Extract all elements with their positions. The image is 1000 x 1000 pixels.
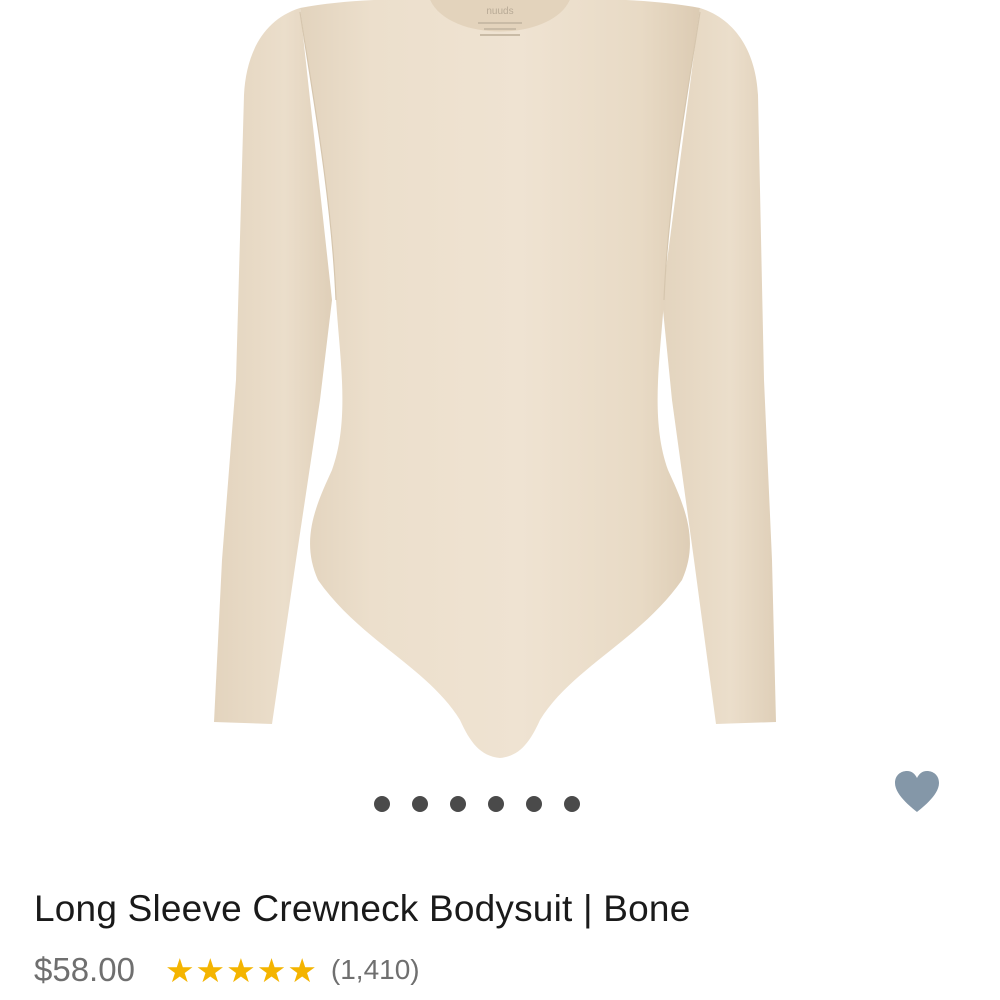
star-icon: ★	[287, 951, 317, 989]
garment-label-text: nuuds	[486, 6, 513, 17]
bodysuit-illustration: nuuds	[214, 0, 776, 758]
product-price: $58.00	[34, 951, 135, 988]
star-icon: ★	[256, 951, 287, 989]
carousel-dot-2[interactable]	[412, 796, 428, 812]
carousel-dots	[374, 796, 580, 812]
star-icon: ★	[164, 951, 195, 989]
favorite-heart-icon[interactable]	[893, 770, 941, 814]
carousel-dot-3[interactable]	[450, 796, 466, 812]
heart-icon	[895, 771, 939, 812]
price-rating-row: $58.00 ★ ★ ★ ★ ★ (1,410)	[34, 948, 420, 992]
star-icon: ★	[195, 951, 226, 989]
product-image[interactable]: nuuds	[0, 0, 1000, 780]
carousel-dot-4[interactable]	[488, 796, 504, 812]
star-rating[interactable]: ★ ★ ★ ★ ★	[165, 954, 317, 987]
carousel-dot-1[interactable]	[374, 796, 390, 812]
product-title[interactable]: Long Sleeve Crewneck Bodysuit | Bone	[34, 888, 690, 930]
carousel-dot-6[interactable]	[564, 796, 580, 812]
star-icon: ★	[226, 951, 256, 989]
review-count[interactable]: (1,410)	[331, 954, 420, 986]
carousel-dot-5[interactable]	[526, 796, 542, 812]
product-page: nuuds Long Sleeve Crewneck Bodysuit | Bo…	[0, 0, 1000, 1000]
